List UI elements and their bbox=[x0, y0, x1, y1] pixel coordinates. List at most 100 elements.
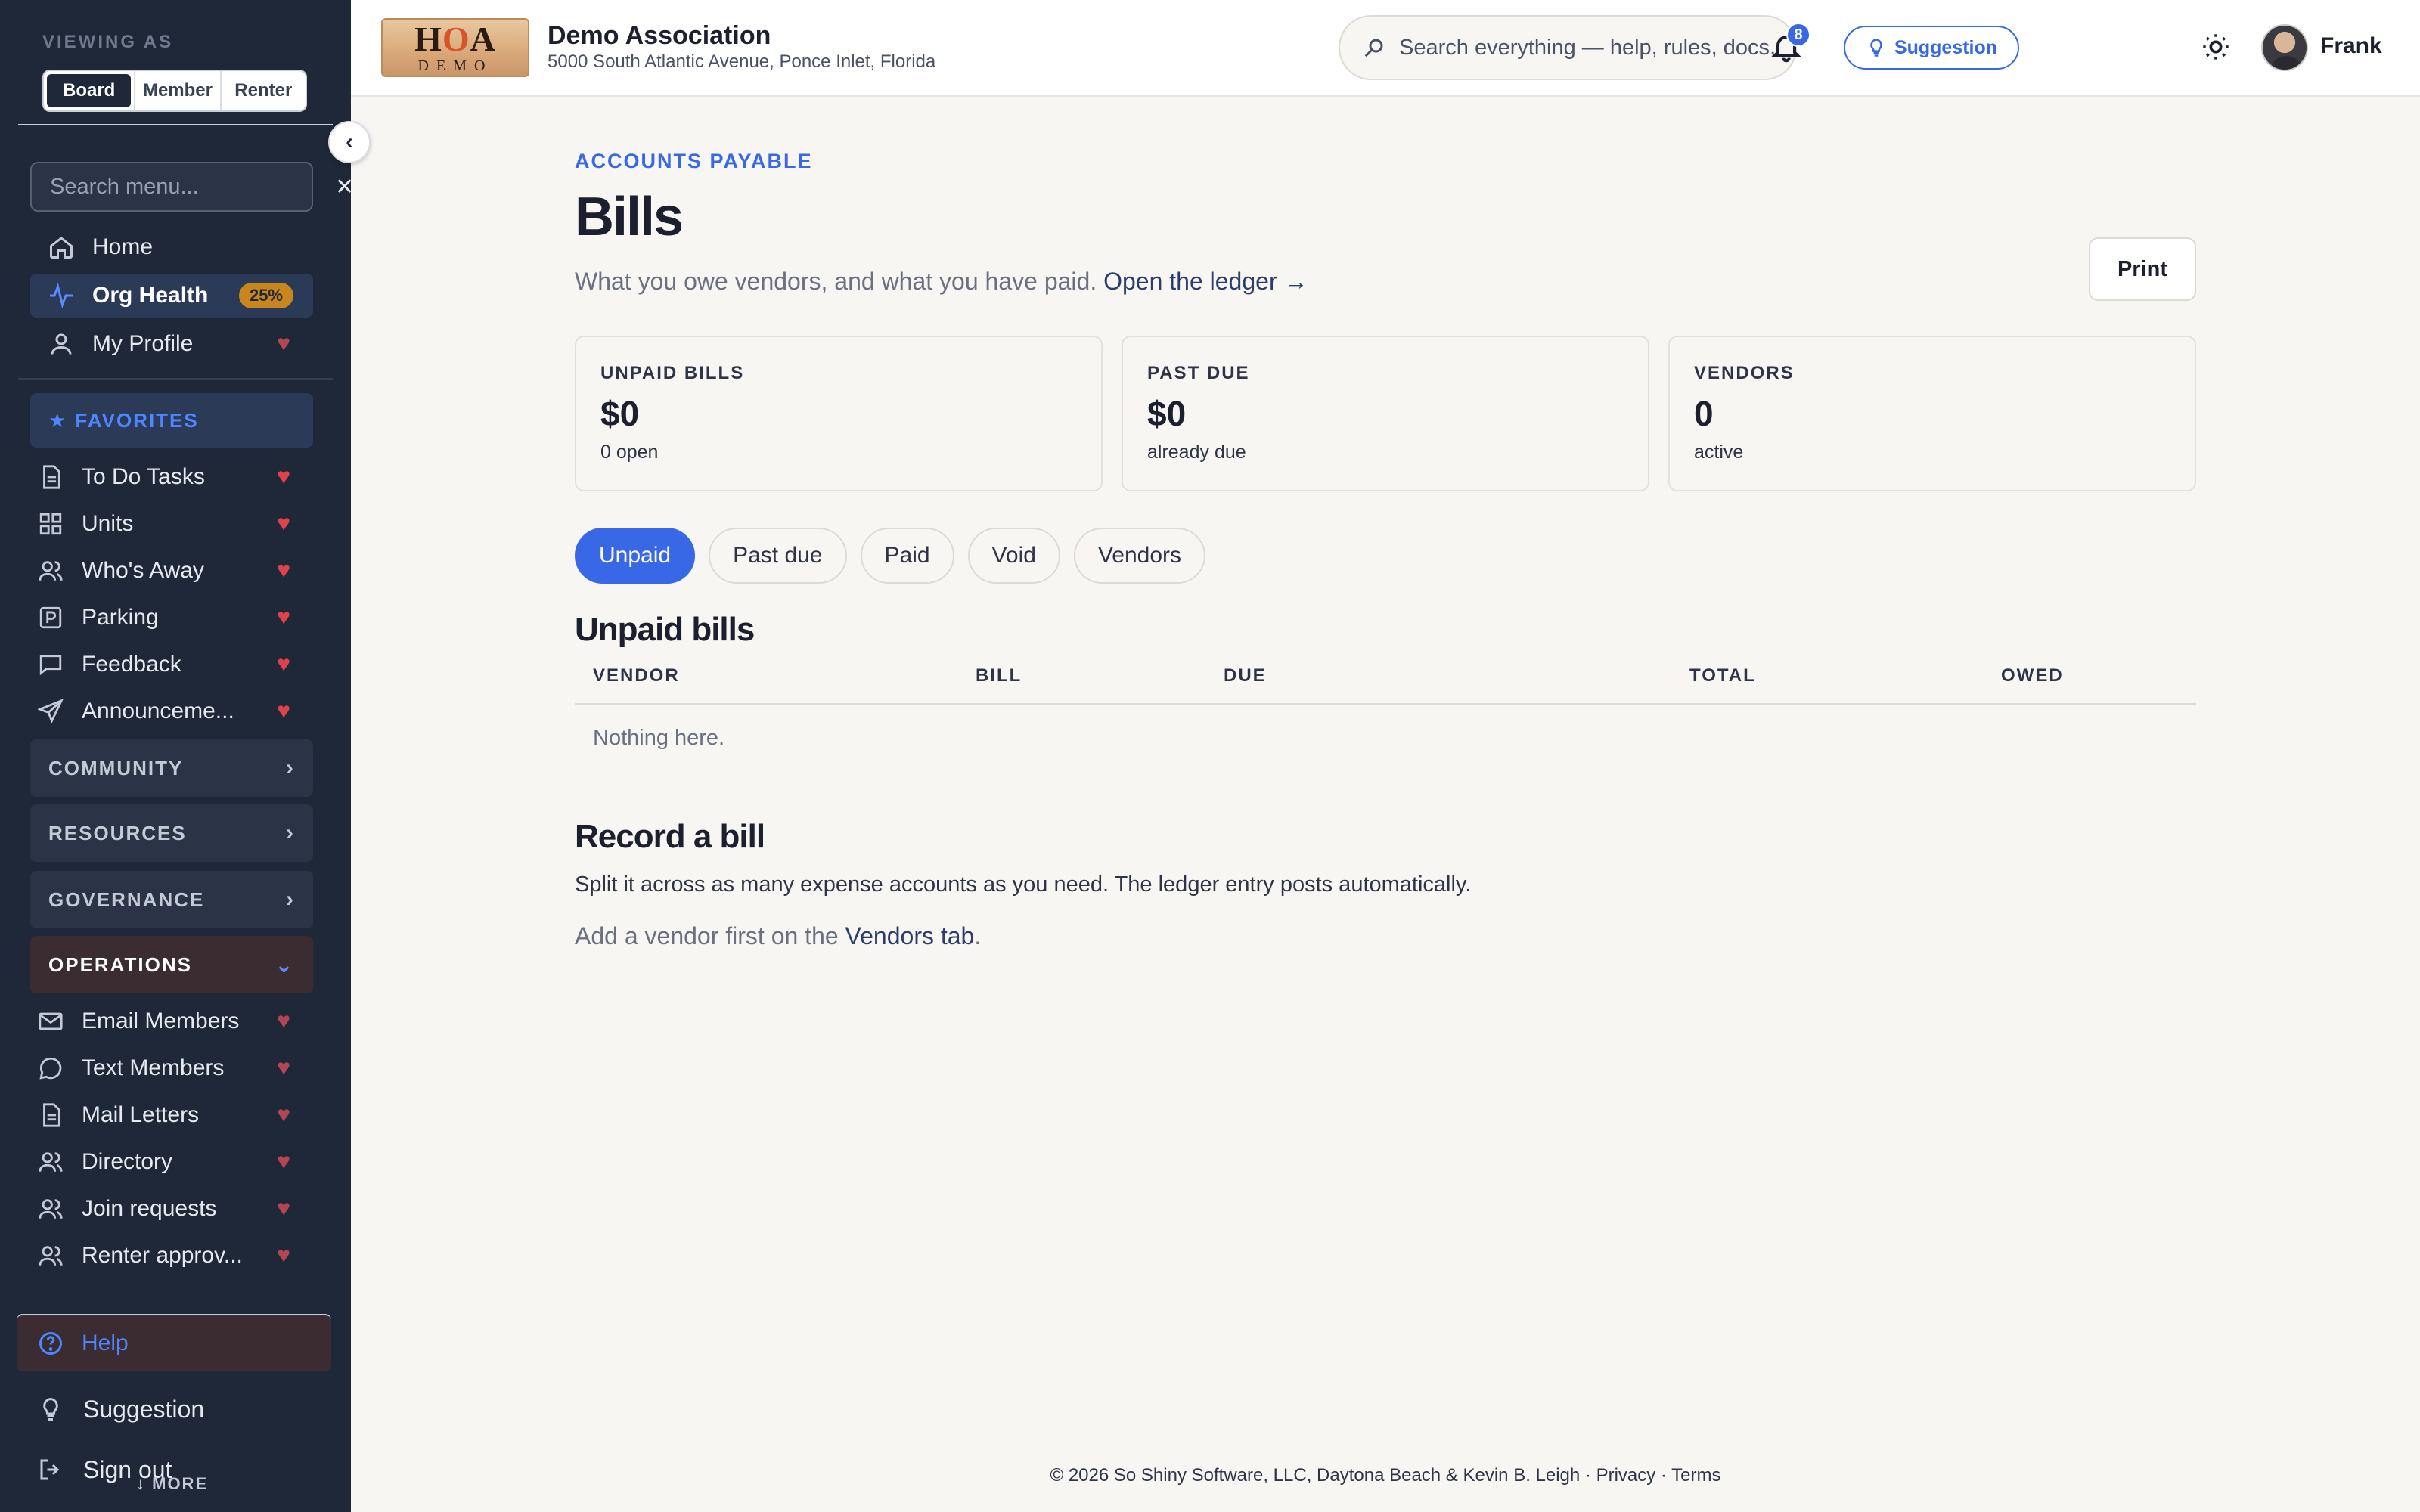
users-icon bbox=[36, 1148, 65, 1176]
ops-item-mail-letters[interactable]: Mail Letters ♥ bbox=[30, 1093, 313, 1137]
favorite-heart-icon[interactable]: ♥ bbox=[277, 1057, 290, 1080]
vendors-tab-link[interactable]: Vendors tab bbox=[845, 922, 975, 950]
favorite-heart-icon[interactable]: ♥ bbox=[277, 1244, 290, 1267]
stat-subtext: active bbox=[1694, 442, 1744, 463]
record-bill-description: Split it across as many expense accounts… bbox=[575, 872, 1472, 897]
favorite-heart-icon[interactable]: ♥ bbox=[277, 653, 290, 676]
column-header-bill[interactable]: BILL bbox=[976, 665, 1022, 686]
chevron-right-icon: › bbox=[286, 887, 295, 912]
favorite-item-todo[interactable]: To Do Tasks ♥ bbox=[30, 455, 313, 499]
role-switch: Board Member Renter bbox=[42, 70, 307, 112]
org-logo[interactable]: HOA DEMO bbox=[381, 18, 529, 77]
sidebar-item-label: Org Health bbox=[92, 283, 209, 308]
global-search-input[interactable] bbox=[1399, 35, 1774, 60]
grid-icon bbox=[36, 510, 65, 538]
favorite-heart-icon[interactable]: ♥ bbox=[277, 1151, 290, 1173]
ops-item-label: Renter approv... bbox=[82, 1243, 243, 1268]
column-header-owed[interactable]: OWED bbox=[2001, 665, 2064, 686]
viewing-as-label: VIEWING AS bbox=[42, 32, 174, 52]
favorite-heart-icon[interactable]: ♥ bbox=[277, 700, 290, 723]
ops-item-text-members[interactable]: Text Members ♥ bbox=[30, 1046, 313, 1090]
record-bill-note: Add a vendor first on the Vendors tab. bbox=[575, 922, 981, 950]
subtitle-text: What you owe vendors, and what you have … bbox=[575, 268, 1097, 295]
favorites-label: FAVORITES bbox=[75, 408, 199, 432]
lightbulb-icon bbox=[36, 1395, 65, 1424]
logo-subtext: DEMO bbox=[417, 57, 493, 74]
favorite-item-parking[interactable]: Parking ♥ bbox=[30, 596, 313, 640]
users-icon bbox=[36, 556, 65, 585]
parking-icon bbox=[36, 603, 65, 632]
suggestion-label: Suggestion bbox=[83, 1395, 205, 1423]
collapse-sidebar-button[interactable]: ‹ bbox=[328, 121, 371, 163]
user-name[interactable]: Frank bbox=[2320, 33, 2382, 59]
ops-item-label: Mail Letters bbox=[82, 1102, 200, 1127]
mail-icon bbox=[36, 1007, 65, 1036]
favorite-item-feedback[interactable]: Feedback ♥ bbox=[30, 643, 313, 686]
empty-table-message: Nothing here. bbox=[593, 726, 725, 750]
chevron-right-icon: › bbox=[286, 820, 295, 845]
section-governance[interactable]: GOVERNANCE › bbox=[30, 871, 313, 928]
favorite-item-label: Who's Away bbox=[82, 558, 204, 583]
note-prefix: Add a vendor first on the bbox=[575, 922, 839, 950]
ops-item-label: Text Members bbox=[82, 1055, 225, 1080]
document-icon bbox=[36, 1101, 65, 1129]
favorite-item-label: Parking bbox=[82, 605, 159, 630]
print-button[interactable]: Print bbox=[2089, 237, 2196, 301]
suggestion-button[interactable]: Suggestion bbox=[1844, 26, 2019, 70]
favorite-heart-icon[interactable]: ♥ bbox=[277, 606, 290, 629]
open-ledger-link[interactable]: Open the ledger → bbox=[1103, 268, 1308, 295]
favorite-heart-icon[interactable]: ♥ bbox=[277, 466, 290, 488]
ops-item-email-members[interactable]: Email Members ♥ bbox=[30, 999, 313, 1043]
sidebar-item-help[interactable]: Help bbox=[17, 1314, 331, 1371]
ops-item-join-requests[interactable]: Join requests ♥ bbox=[30, 1187, 313, 1231]
stat-subtext: 0 open bbox=[600, 442, 659, 463]
favorite-heart-icon[interactable]: ♥ bbox=[277, 1010, 290, 1033]
column-header-due[interactable]: DUE bbox=[1224, 665, 1267, 686]
ops-item-label: Email Members bbox=[82, 1009, 240, 1033]
clear-search-icon[interactable]: ✕ bbox=[335, 174, 351, 200]
menu-search-input[interactable] bbox=[50, 174, 335, 200]
role-renter-button[interactable]: Renter bbox=[219, 71, 306, 110]
stat-label: UNPAID BILLS bbox=[600, 363, 745, 383]
logo-text: HOA bbox=[414, 20, 496, 58]
favorite-heart-icon[interactable]: ♥ bbox=[277, 1198, 290, 1220]
favorite-item-units[interactable]: Units ♥ bbox=[30, 502, 313, 546]
help-icon bbox=[36, 1329, 65, 1358]
ops-item-directory[interactable]: Directory ♥ bbox=[30, 1140, 313, 1184]
theme-toggle-sun-icon[interactable] bbox=[2201, 32, 2235, 67]
section-community[interactable]: COMMUNITY › bbox=[30, 739, 313, 797]
role-board-button[interactable]: Board bbox=[47, 74, 132, 107]
tab-unpaid[interactable]: Unpaid bbox=[575, 528, 696, 584]
stat-label: VENDORS bbox=[1694, 363, 1795, 383]
notification-count-badge: 8 bbox=[1786, 23, 1810, 47]
sidebar-item-suggestion[interactable]: Suggestion bbox=[36, 1387, 204, 1432]
section-resources[interactable]: RESOURCES › bbox=[30, 804, 313, 862]
favorite-item-whos-away[interactable]: Who's Away ♥ bbox=[30, 549, 313, 593]
sidebar-item-my-profile[interactable]: My Profile ♥ bbox=[30, 322, 313, 366]
column-header-vendor[interactable]: VENDOR bbox=[593, 665, 680, 686]
document-icon bbox=[36, 463, 65, 491]
column-header-total[interactable]: TOTAL bbox=[1689, 665, 1756, 686]
ops-item-label: Directory bbox=[82, 1149, 173, 1174]
tab-past-due[interactable]: Past due bbox=[709, 528, 847, 584]
avatar[interactable] bbox=[2261, 24, 2308, 71]
more-indicator[interactable]: ↓ MORE bbox=[136, 1474, 208, 1494]
ops-item-renter-approvals[interactable]: Renter approv... ♥ bbox=[30, 1234, 313, 1278]
favorite-item-label: To Do Tasks bbox=[82, 464, 205, 489]
sidebar-item-home[interactable]: Home bbox=[30, 225, 313, 269]
favorite-heart-icon[interactable]: ♥ bbox=[277, 1104, 290, 1126]
suggestion-button-label: Suggestion bbox=[1894, 36, 1998, 58]
favorite-heart-icon[interactable]: ♥ bbox=[277, 559, 290, 582]
favorite-heart-icon[interactable]: ♥ bbox=[277, 513, 290, 535]
favorite-heart-icon[interactable]: ♥ bbox=[277, 333, 290, 355]
tab-paid[interactable]: Paid bbox=[860, 528, 954, 584]
sidebar-item-org-health[interactable]: Org Health 25% bbox=[30, 274, 313, 318]
role-member-button[interactable]: Member bbox=[134, 71, 219, 110]
tab-void[interactable]: Void bbox=[967, 528, 1060, 584]
bills-table-header: VENDOR BILL DUE TOTAL OWED bbox=[575, 655, 2196, 705]
favorite-item-announcements[interactable]: Announceme... ♥ bbox=[30, 689, 313, 733]
tab-vendors[interactable]: Vendors bbox=[1073, 528, 1206, 584]
unpaid-bills-title: Unpaid bills bbox=[575, 611, 755, 648]
sign-out-icon bbox=[36, 1455, 65, 1484]
section-operations[interactable]: OPERATIONS ⌄ bbox=[30, 936, 313, 993]
